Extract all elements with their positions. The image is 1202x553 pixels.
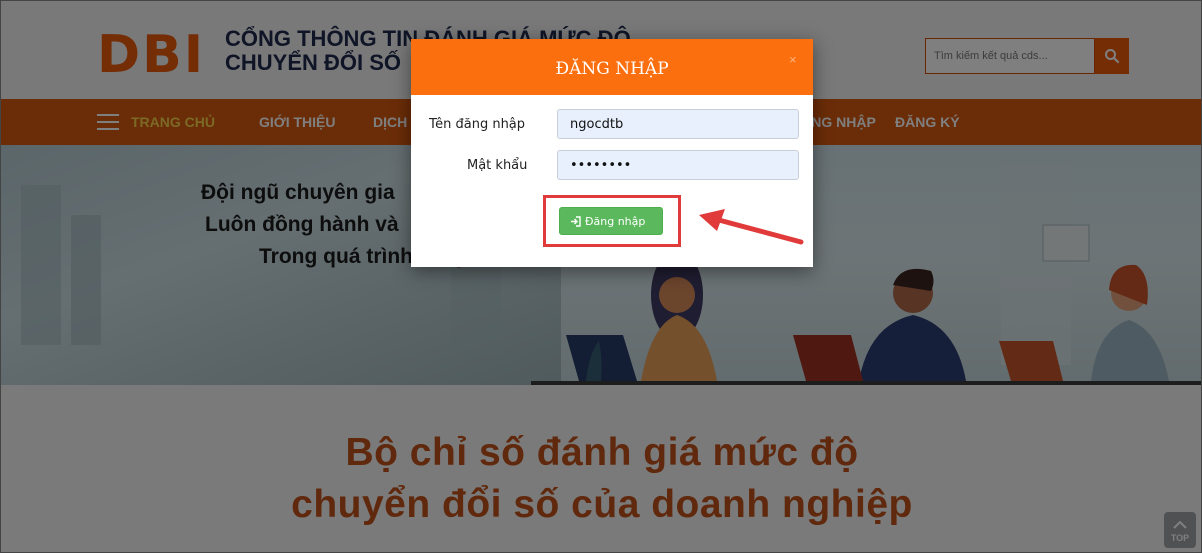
close-icon[interactable]: ×: [789, 52, 797, 67]
annotation-highlight-box: [543, 195, 681, 247]
password-label: Mật khẩu: [467, 158, 528, 173]
annotation-arrow-icon: [699, 209, 804, 245]
username-input[interactable]: [557, 109, 799, 139]
modal-title: ĐĂNG NHẬP: [555, 59, 669, 79]
modal-header: ĐĂNG NHẬP ×: [411, 39, 813, 95]
username-label: Tên đăng nhập: [429, 117, 526, 132]
password-input[interactable]: [557, 150, 799, 180]
page: DBI CỔNG THÔNG TIN ĐÁNH GIÁ MỨC ĐỘ CHUYỂ…: [0, 0, 1202, 553]
